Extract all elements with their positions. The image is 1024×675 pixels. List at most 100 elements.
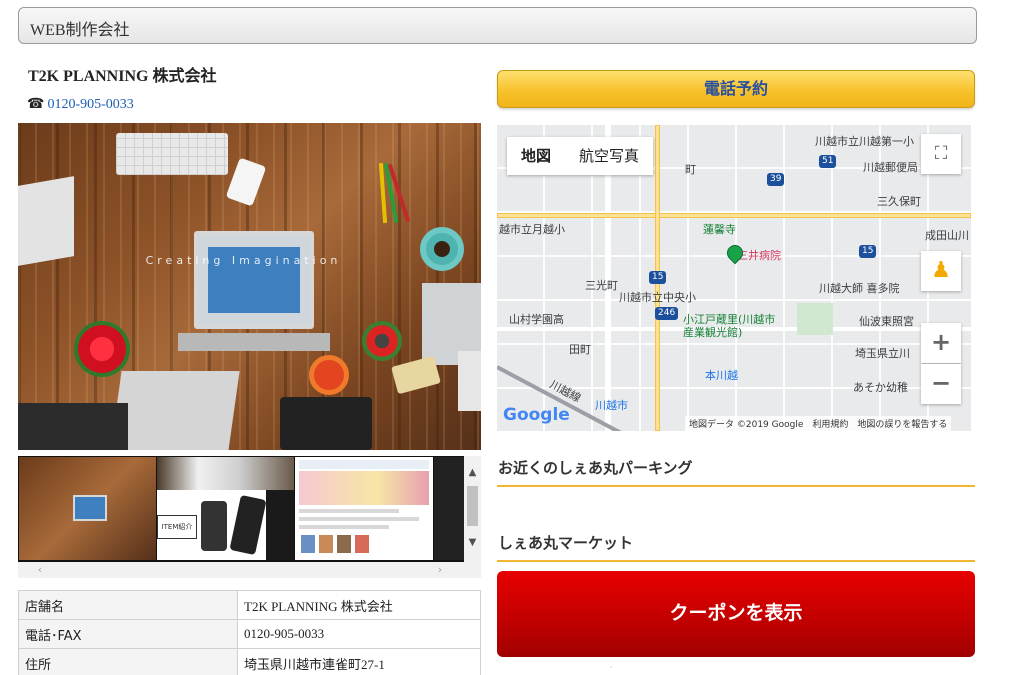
scroll-down-icon[interactable]: ▼ (464, 534, 481, 551)
horizontal-scrollbar[interactable]: ‹ › (18, 562, 464, 578)
table-value: 0120-905-0033 (237, 619, 481, 649)
smartphone-image (225, 157, 267, 207)
thumbnail-gallery: ITEM紹介 ▲ ▼ ‹ › (18, 456, 481, 578)
shop-name: T2K PLANNING 株式会社 (28, 68, 217, 85)
table-key: 電話･FAX (18, 619, 238, 649)
map-label: 三光町 (585, 279, 618, 292)
dark-panel (266, 490, 294, 560)
vertical-scrollbar[interactable]: ▲ ▼ (464, 456, 481, 562)
table-key: 住所 (18, 648, 238, 675)
table-value: 埼玉県川越市連雀町27-1 (237, 648, 481, 675)
phone-row: ☎ 0120-905-0033 (27, 96, 134, 113)
thumbnail-banner (157, 457, 294, 490)
map-label: 山村学園高 (509, 313, 564, 326)
map-label: 町 (685, 163, 696, 176)
map-label: 三久保町 (877, 195, 921, 208)
map-label: 三井病院 (737, 249, 781, 262)
map-label: 小江戸蔵里(川越市産業観光館) (683, 313, 776, 339)
laptop-image (18, 403, 128, 450)
fullscreen-icon[interactable]: ⛶ (921, 134, 961, 174)
route-shield: 15 (649, 271, 667, 284)
table-row: 電話･FAX 0120-905-0033 (18, 619, 481, 649)
phone-icon: ☎ (27, 97, 45, 112)
scroll-right-icon[interactable]: › (432, 562, 448, 578)
keyboard-image (116, 133, 228, 175)
map-label: 本川越 (705, 369, 738, 382)
shop-info-table: 店舗名 T2K PLANNING 株式会社 電話･FAX 0120-905-00… (18, 590, 481, 675)
route-shield: 15 (859, 245, 877, 258)
map-label: 川越市立川越第一小 (815, 135, 914, 148)
flower-image (74, 321, 130, 377)
map-type-tabs: 地図 航空写真 (507, 137, 654, 175)
table-row: 住所 埼玉県川越市連雀町27-1 (18, 648, 481, 675)
zoom-in-icon[interactable]: + (921, 323, 961, 363)
google-logo: Google (503, 405, 570, 425)
map-label: 川越市立中央小 (619, 291, 696, 304)
map-label: 越市立月越小 (499, 223, 565, 236)
tab-satellite[interactable]: 航空写真 (565, 137, 653, 175)
road (497, 213, 971, 218)
park-area (797, 303, 833, 335)
call-reservation-button[interactable]: 電話予約 (497, 70, 975, 108)
map-widget[interactable]: 川越市立川越第一小 川越郵便局 三久保町 成田山川 越市立月越小 蓮馨寺 三井病… (497, 125, 971, 431)
thumbnail-banner (299, 471, 429, 505)
scroll-left-icon[interactable]: ‹ (32, 562, 48, 578)
category-label: WEB制作会社 (30, 22, 130, 39)
thumbnail-pic (301, 535, 315, 553)
main-photo: Creating Imagination (18, 123, 481, 450)
device-image (201, 501, 227, 551)
text-line (299, 517, 419, 521)
thumbnail-header (299, 460, 429, 469)
card-image (391, 355, 441, 395)
laptop-base-image (178, 333, 330, 351)
map-label: 田町 (569, 343, 591, 356)
table-key: 店舗名 (18, 590, 238, 620)
zoom-out-icon[interactable]: − (921, 364, 961, 404)
map-label: 仙波東照宮 (859, 315, 914, 328)
street-view-pegman-icon[interactable]: ♟ (921, 251, 961, 291)
cup-image (309, 355, 349, 395)
scrollbar-thumb[interactable] (467, 486, 478, 526)
map-label: 成田山川 (925, 229, 969, 242)
laptop-screen-image (194, 231, 314, 329)
device-image (229, 494, 267, 556)
thumbnail-pic (355, 535, 369, 553)
category-bar: WEB制作会社 (18, 7, 977, 44)
thumbnail-2[interactable]: ITEM紹介 (157, 457, 294, 560)
thumbnail-caption: ITEM紹介 (157, 515, 197, 539)
tab-map[interactable]: 地図 (507, 137, 565, 175)
route-shield: 51 (819, 155, 837, 168)
market-link-label: しぇあ丸マーケット (498, 534, 634, 552)
photo-overlay-text: Creating Imagination (145, 254, 342, 267)
thumbnail-1[interactable] (19, 457, 156, 560)
monitor-image (18, 176, 74, 266)
keyboard-image (458, 351, 481, 411)
map-label: 埼玉県立川 (855, 347, 910, 360)
divider-dot: · (610, 663, 613, 672)
market-link[interactable]: しぇあ丸マーケット (497, 528, 975, 562)
thumbnail-4[interactable] (434, 457, 464, 560)
laptop-image (110, 371, 240, 450)
map-label: 川越郵便局 (863, 161, 918, 174)
table-row: 店舗名 T2K PLANNING 株式会社 (18, 590, 481, 620)
map-label: 蓮馨寺 (703, 223, 736, 236)
parking-link[interactable]: お近くのしぇあ丸パーキング (497, 453, 975, 487)
text-line (299, 525, 389, 529)
route-shield: 39 (767, 173, 785, 186)
show-coupon-button[interactable]: クーポンを表示 (497, 571, 975, 657)
table-value: T2K PLANNING 株式会社 (237, 590, 481, 620)
scroll-up-icon[interactable]: ▲ (464, 464, 481, 481)
thumbnail-track: ITEM紹介 (18, 456, 464, 562)
route-shield: 246 (655, 307, 679, 320)
map-label: あそか幼稚 (853, 381, 908, 394)
thumbnail-3[interactable] (295, 457, 433, 560)
map-attribution[interactable]: 地図データ ©2019 Google 利用規約 地図の誤りを報告する (685, 416, 952, 431)
flower-image (362, 321, 402, 361)
phone-link[interactable]: 0120-905-0033 (47, 97, 133, 112)
map-label: 川越市 (595, 399, 628, 412)
tablet-image (280, 397, 372, 450)
thumbnail-pic (319, 535, 333, 553)
text-line (299, 509, 399, 513)
thumbnail-pic (337, 535, 351, 553)
map-label: 川越大師 喜多院 (819, 282, 900, 295)
